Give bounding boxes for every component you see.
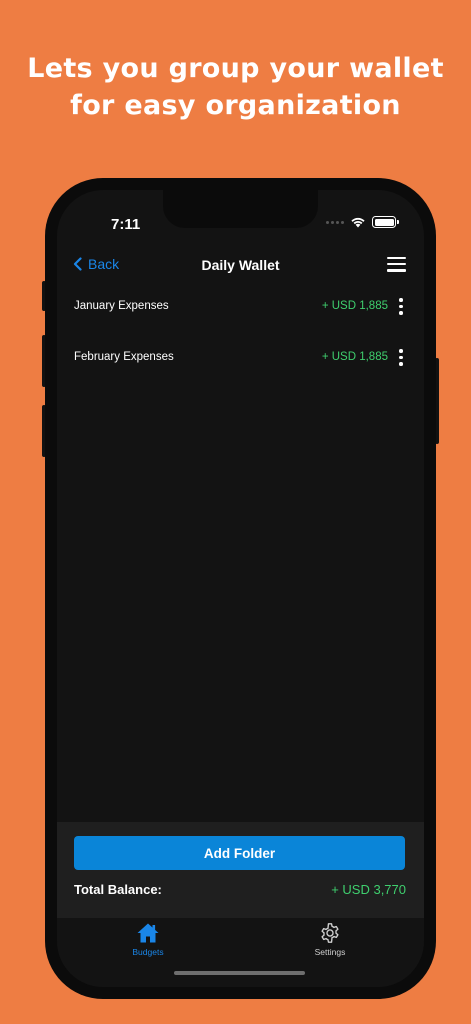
phone-frame: 7:11 Back Daily Wallet January Expenses (45, 178, 436, 999)
tab-bar: Budgets Settings (57, 918, 424, 987)
status-indicators (326, 216, 399, 228)
more-options-icon[interactable] (396, 347, 406, 367)
promo-headline: Lets you group your wallet for easy orga… (0, 50, 471, 124)
headline-line-1: Lets you group your wallet (27, 53, 444, 84)
tab-settings[interactable]: Settings (285, 922, 375, 957)
folder-amount: + USD 1,885 (321, 300, 388, 312)
folder-name: February Expenses (74, 351, 174, 363)
more-options-icon[interactable] (396, 296, 406, 316)
folder-name: January Expenses (74, 300, 169, 312)
tab-settings-label: Settings (314, 947, 346, 957)
add-folder-button[interactable]: Add Folder (74, 836, 405, 870)
folder-row-february[interactable]: February Expenses + USD 1,885 (57, 343, 424, 394)
hamburger-menu-icon[interactable] (387, 257, 406, 273)
back-button[interactable]: Back (73, 256, 119, 272)
total-balance-label: Total Balance: (74, 882, 162, 897)
folder-list: January Expenses + USD 1,885 February Ex… (57, 292, 424, 394)
wifi-icon (351, 217, 365, 228)
phone-screen: 7:11 Back Daily Wallet January Expenses (57, 190, 424, 987)
battery-icon (372, 216, 399, 228)
signal-dots-icon (326, 220, 344, 224)
tab-budgets-label: Budgets (132, 947, 164, 957)
bottom-panel: Add Folder Total Balance: + USD 3,770 (57, 822, 424, 918)
home-indicator[interactable] (174, 971, 305, 975)
back-label: Back (88, 256, 120, 272)
folder-amount: + USD 1,885 (321, 351, 388, 363)
home-icon (137, 923, 159, 943)
phone-notch (163, 190, 318, 228)
folder-row-january[interactable]: January Expenses + USD 1,885 (57, 292, 424, 343)
total-balance-amount: + USD 3,770 (331, 882, 406, 897)
tab-budgets[interactable]: Budgets (103, 922, 193, 957)
status-time: 7:11 (111, 216, 141, 233)
nav-bar: Back Daily Wallet (57, 252, 424, 280)
headline-line-2: for easy organization (70, 90, 401, 121)
chevron-left-icon (73, 257, 82, 271)
gear-icon (321, 923, 339, 943)
